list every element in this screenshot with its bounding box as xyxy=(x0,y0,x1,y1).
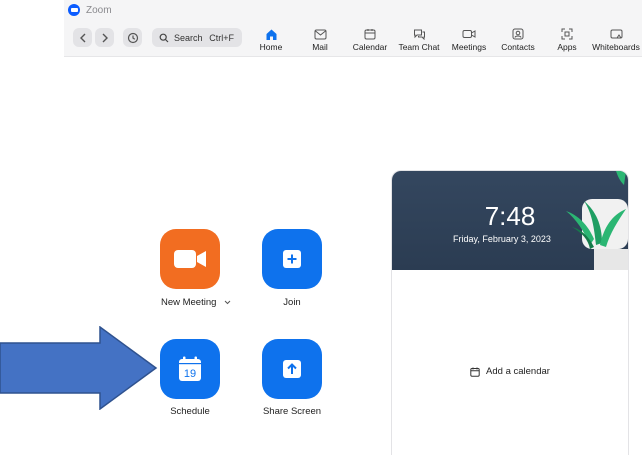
schedule-label: Schedule xyxy=(170,406,210,417)
search-label: Search xyxy=(174,32,203,43)
chevron-down-icon[interactable] xyxy=(224,300,231,305)
title-row: Zoom xyxy=(68,2,112,18)
tab-team-chat[interactable]: Team Chat xyxy=(391,27,447,53)
back-button[interactable] xyxy=(73,28,92,47)
share-arrow-icon xyxy=(283,360,301,378)
schedule-day-text: 19 xyxy=(184,368,196,380)
share-screen-label: Share Screen xyxy=(262,406,322,417)
tab-calendar[interactable]: Calendar xyxy=(342,27,398,53)
video-camera-icon xyxy=(174,250,206,268)
history-icon xyxy=(127,32,138,43)
forward-button[interactable] xyxy=(95,28,114,47)
tab-label: Calendar xyxy=(352,42,388,52)
share-screen-button[interactable] xyxy=(262,339,322,399)
tab-label: Contacts xyxy=(501,42,535,52)
calendar-plus-icon xyxy=(470,367,480,377)
mail-icon xyxy=(314,29,326,39)
add-calendar-button[interactable]: Add a calendar xyxy=(392,366,628,377)
whiteboard-icon xyxy=(610,29,622,38)
video-icon xyxy=(462,30,476,38)
tab-label: Meetings xyxy=(451,42,487,52)
contacts-icon xyxy=(512,28,524,40)
apps-icon xyxy=(561,28,573,40)
schedule-button[interactable]: 19 xyxy=(160,339,220,399)
search-icon xyxy=(159,33,169,42)
chevron-left-icon xyxy=(79,33,85,42)
calendar-schedule-icon: 19 xyxy=(179,356,201,381)
join-label: Join xyxy=(283,297,301,308)
plus-icon xyxy=(283,250,301,268)
tab-label: Whiteboards xyxy=(592,42,640,52)
top-window-bar: Zoom Search Ctrl+F Home Mail Calendar Te… xyxy=(64,0,642,57)
calendar-icon xyxy=(364,29,376,40)
tab-home[interactable]: Home xyxy=(243,27,299,53)
home-icon xyxy=(266,29,276,40)
join-button[interactable] xyxy=(262,229,322,289)
tab-contacts[interactable]: Contacts xyxy=(490,27,546,53)
window-title: Zoom xyxy=(86,4,112,16)
tab-meetings[interactable]: Meetings xyxy=(441,27,497,53)
search-shortcut: Ctrl+F xyxy=(209,32,234,43)
zoom-logo-icon xyxy=(68,4,80,16)
calendar-card: 7:48 Friday, February 3, 2023 Add a cale… xyxy=(391,170,629,455)
tab-mail[interactable]: Mail xyxy=(292,27,348,53)
calendar-hero: 7:48 Friday, February 3, 2023 xyxy=(392,171,628,270)
history-button[interactable] xyxy=(123,28,142,47)
tab-label: Mail xyxy=(312,42,328,52)
new-meeting-button[interactable] xyxy=(160,229,220,289)
search-input[interactable]: Search Ctrl+F xyxy=(152,28,242,47)
chevron-right-icon xyxy=(102,33,108,42)
tab-whiteboards[interactable]: Whiteboards xyxy=(588,27,642,53)
tab-apps[interactable]: Apps xyxy=(539,27,595,53)
plant-illustration-icon xyxy=(566,171,628,270)
new-meeting-label[interactable]: New Meeting xyxy=(160,297,232,308)
annotation-arrow-icon xyxy=(0,326,158,410)
chat-icon xyxy=(413,29,425,40)
add-calendar-label: Add a calendar xyxy=(486,366,550,377)
tab-label: Home xyxy=(259,42,283,52)
tab-label: Apps xyxy=(557,42,577,52)
tab-label: Team Chat xyxy=(398,42,440,52)
